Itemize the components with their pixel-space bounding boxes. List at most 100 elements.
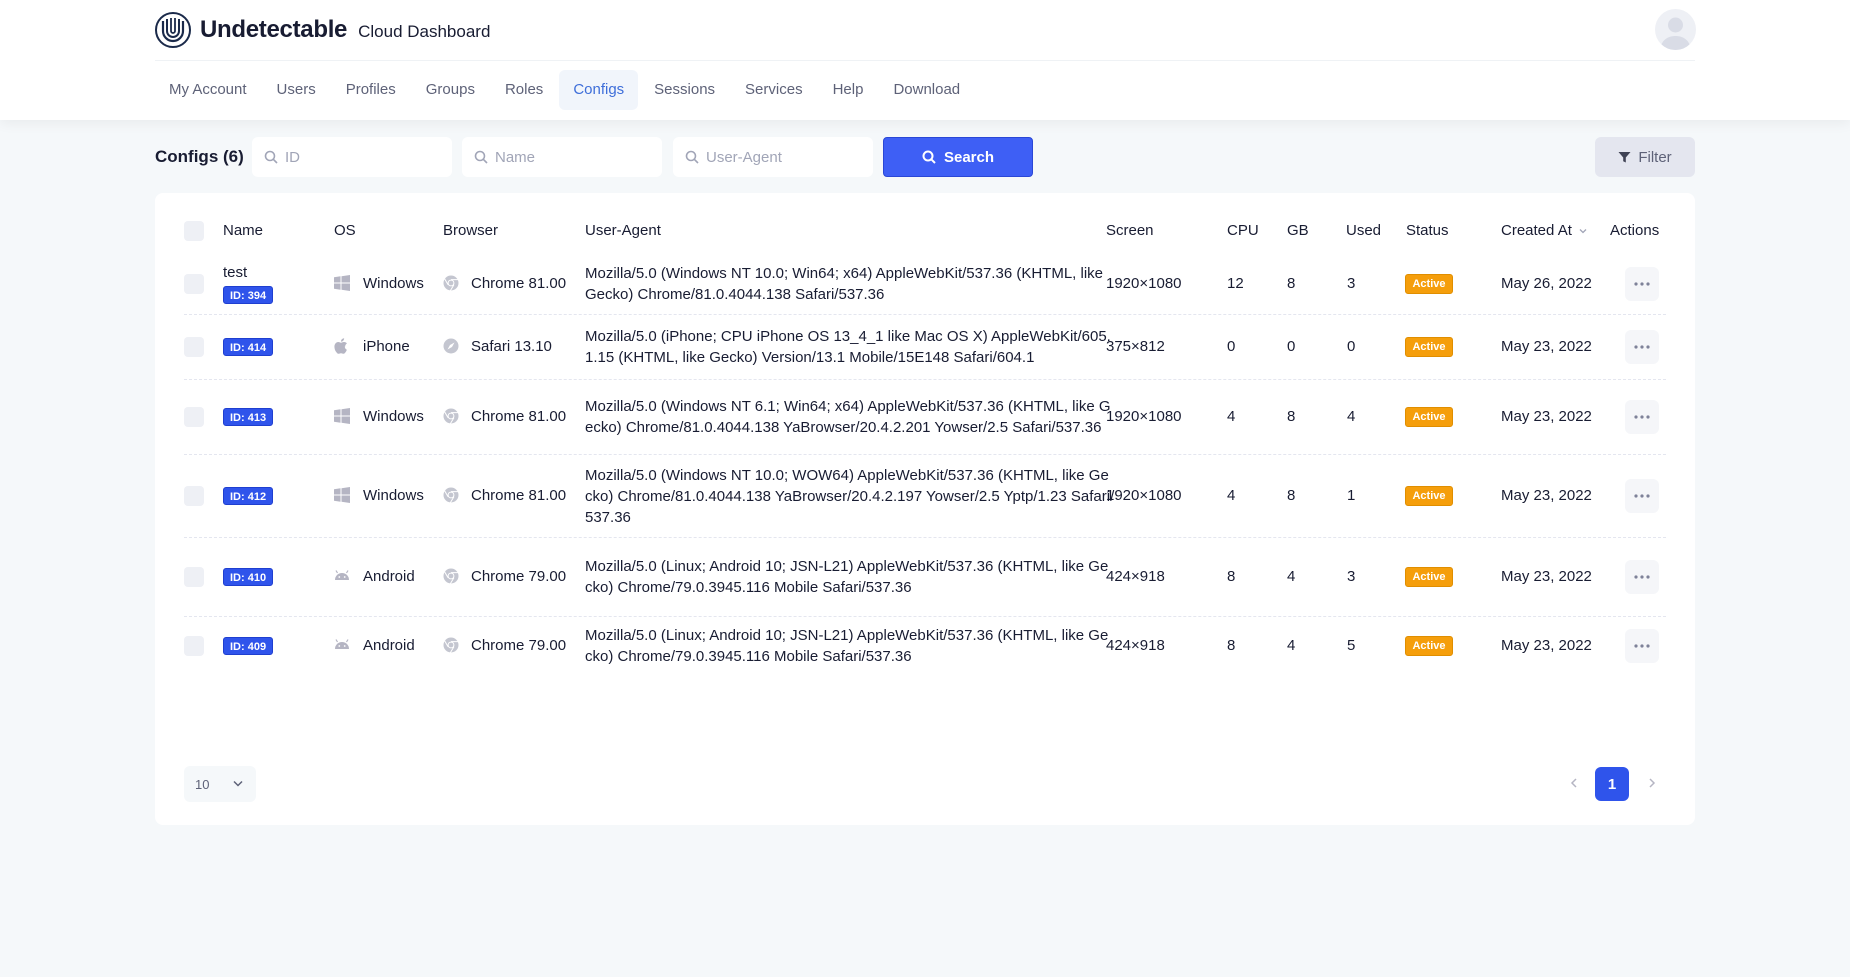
- browser-name: Chrome 79.00: [471, 568, 567, 585]
- column-header-gb[interactable]: GB: [1287, 221, 1309, 241]
- brand-name: Undetectable: [200, 16, 348, 43]
- nav-item-users[interactable]: Users: [263, 70, 330, 110]
- filter-button[interactable]: Filter: [1595, 137, 1695, 177]
- configs-toolbar: Configs (6) Search Filter: [155, 137, 1695, 177]
- column-header-created-at-label: Created At: [1501, 222, 1572, 239]
- used-value: 1: [1347, 487, 1356, 504]
- user-agent-search-field[interactable]: [673, 137, 873, 177]
- page-1-button[interactable]: 1: [1595, 767, 1629, 801]
- os-name: Android: [363, 568, 415, 585]
- row-checkbox[interactable]: [184, 274, 204, 294]
- nav-item-help[interactable]: Help: [819, 70, 878, 110]
- chrome-icon: [443, 637, 459, 653]
- created-at: May 23, 2022: [1501, 637, 1592, 654]
- windows-icon: [334, 275, 350, 291]
- apple-icon: [334, 338, 347, 354]
- nav-item-groups[interactable]: Groups: [412, 70, 489, 110]
- browser-name: Chrome 81.00: [471, 275, 567, 292]
- os-name: Android: [363, 637, 415, 654]
- search-button[interactable]: Search: [883, 137, 1033, 177]
- cpu-value: 8: [1227, 568, 1236, 585]
- cpu-value: 8: [1227, 637, 1236, 654]
- os-name: Windows: [363, 275, 424, 292]
- column-header-used[interactable]: Used: [1346, 221, 1381, 241]
- next-page-button[interactable]: [1642, 773, 1662, 793]
- column-header-name[interactable]: Name: [223, 221, 263, 241]
- nav-item-download[interactable]: Download: [879, 70, 974, 110]
- row-actions-button[interactable]: [1625, 479, 1659, 513]
- row-actions-button[interactable]: [1625, 400, 1659, 434]
- os-name: iPhone: [363, 338, 410, 355]
- more-dots-icon: [1634, 345, 1650, 349]
- android-icon: [335, 639, 349, 649]
- row-actions-button[interactable]: [1625, 629, 1659, 663]
- nav-item-services[interactable]: Services: [731, 70, 817, 110]
- more-dots-icon: [1634, 494, 1650, 498]
- user-avatar[interactable]: [1655, 9, 1696, 50]
- configs-table-card: Name OS Browser User-Agent Screen CPU GB…: [155, 193, 1695, 825]
- status-badge: Active: [1405, 337, 1453, 357]
- column-header-cpu[interactable]: CPU: [1227, 221, 1259, 241]
- nav-item-configs[interactable]: Configs: [559, 70, 639, 110]
- user-agent-text: Mozilla/5.0 (Windows NT 6.1; Win64; x64)…: [585, 398, 1111, 436]
- row-checkbox[interactable]: [184, 486, 204, 506]
- select-all-checkbox[interactable]: [184, 221, 204, 241]
- name-input[interactable]: [495, 148, 645, 166]
- main-nav: My Account Users Profiles Groups Roles Config…: [155, 70, 976, 110]
- chevron-left-icon: [1570, 778, 1577, 788]
- column-header-os[interactable]: OS: [334, 221, 356, 241]
- user-agent-text: Mozilla/5.0 (iPhone; CPU iPhone OS 13_4_…: [585, 328, 1111, 366]
- id-search-field[interactable]: [252, 137, 452, 177]
- top-bar: Undetectable Cloud Dashboard My Account U…: [0, 0, 1850, 120]
- row-actions-button[interactable]: [1625, 560, 1659, 594]
- column-header-browser[interactable]: Browser: [443, 221, 498, 241]
- name-search-field[interactable]: [462, 137, 662, 177]
- brand[interactable]: Undetectable Cloud Dashboard: [155, 10, 490, 50]
- browser-name: Chrome 81.00: [471, 487, 567, 504]
- screen-resolution: 1920×1080: [1106, 275, 1182, 292]
- undetectable-logo-icon: [155, 12, 191, 48]
- nav-item-sessions[interactable]: Sessions: [640, 70, 729, 110]
- previous-page-button[interactable]: [1564, 773, 1584, 793]
- used-value: 3: [1347, 275, 1356, 292]
- row-checkbox[interactable]: [184, 567, 204, 587]
- nav-item-my-account[interactable]: My Account: [155, 70, 261, 110]
- header-divider: [155, 60, 1695, 61]
- status-badge: Active: [1405, 636, 1453, 656]
- config-id-badge: ID: 410: [223, 568, 274, 586]
- more-dots-icon: [1634, 644, 1650, 648]
- row-checkbox[interactable]: [184, 636, 204, 656]
- config-id-badge: ID: 414: [223, 338, 274, 356]
- column-header-status[interactable]: Status: [1406, 221, 1449, 241]
- row-actions-button[interactable]: [1625, 330, 1659, 364]
- used-value: 5: [1347, 637, 1356, 654]
- gb-value: 8: [1287, 275, 1296, 292]
- search-icon: [922, 150, 936, 164]
- user-agent-text: Mozilla/5.0 (Linux; Android 10; JSN-L21)…: [585, 627, 1109, 665]
- column-header-created-at[interactable]: Created At: [1501, 221, 1588, 241]
- nav-item-roles[interactable]: Roles: [491, 70, 557, 110]
- column-header-user-agent[interactable]: User-Agent: [585, 221, 661, 241]
- config-name: test: [223, 264, 248, 281]
- row-checkbox[interactable]: [184, 337, 204, 357]
- created-at: May 26, 2022: [1501, 275, 1592, 292]
- id-input[interactable]: [285, 148, 435, 166]
- column-header-screen[interactable]: Screen: [1106, 221, 1154, 241]
- row-separator: [184, 537, 1666, 538]
- safari-icon: [443, 338, 459, 354]
- browser-name: Safari 13.10: [471, 338, 552, 355]
- browser-name: Chrome 81.00: [471, 408, 567, 425]
- used-value: 0: [1347, 338, 1356, 355]
- status-badge: Active: [1405, 486, 1453, 506]
- cpu-value: 4: [1227, 408, 1236, 425]
- user-agent-input[interactable]: [706, 148, 856, 166]
- page-size-select[interactable]: 10: [184, 766, 256, 802]
- nav-item-profiles[interactable]: Profiles: [332, 70, 410, 110]
- config-id-badge: ID: 394: [223, 286, 274, 304]
- row-actions-button[interactable]: [1625, 267, 1659, 301]
- cpu-value: 0: [1227, 338, 1236, 355]
- more-dots-icon: [1634, 575, 1650, 579]
- screen-resolution: 375×812: [1106, 338, 1165, 355]
- row-separator: [184, 314, 1666, 315]
- row-checkbox[interactable]: [184, 407, 204, 427]
